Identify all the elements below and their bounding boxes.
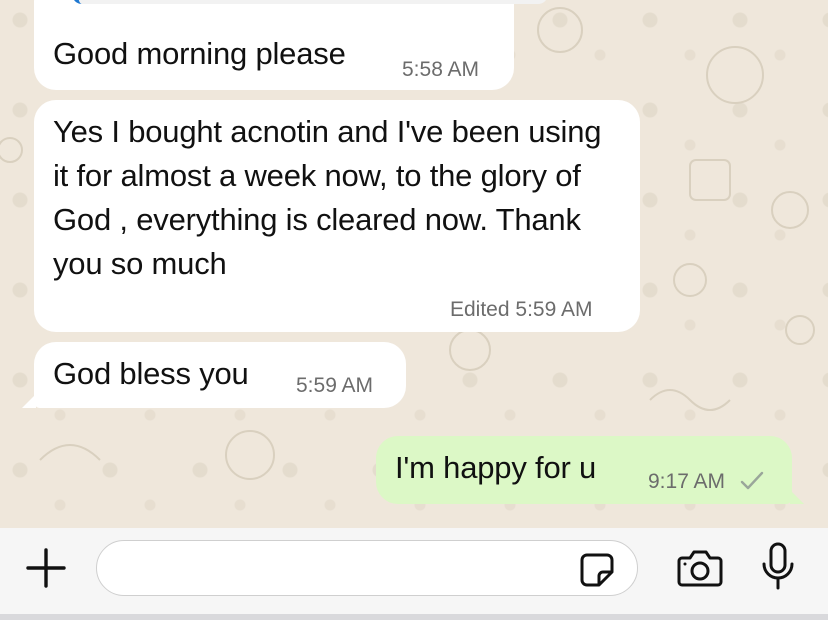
camera-icon[interactable] xyxy=(676,546,724,593)
microphone-icon[interactable] xyxy=(760,540,796,597)
message-text: God bless you xyxy=(53,356,249,391)
home-indicator-bar xyxy=(0,614,828,620)
message-text: Yes I bought acnotin and I've been using… xyxy=(53,114,602,281)
message-text: Good morning please xyxy=(53,36,346,71)
edited-label: Edited xyxy=(450,298,510,321)
bubble-tail xyxy=(22,394,36,408)
message-composer xyxy=(0,528,828,620)
message-time: 9:17 AM xyxy=(648,470,726,493)
plus-icon[interactable] xyxy=(24,546,68,595)
message-bubble-incoming[interactable]: God bless you 5:59 AM xyxy=(34,342,406,408)
sticker-icon[interactable] xyxy=(579,552,615,593)
message-bubble-incoming[interactable]: Yes I bought acnotin and I've been using… xyxy=(34,100,640,332)
message-text: I'm happy for u xyxy=(395,450,597,485)
message-time: 5:59 AM xyxy=(296,374,374,397)
message-time-row: Edited 5:59 AM xyxy=(450,298,592,322)
message-time: 5:59 AM xyxy=(515,298,593,321)
message-bubble-incoming[interactable]: Good morning please 5:58 AM xyxy=(34,0,548,90)
chat-area: Good morning please 5:58 AM Yes I bought… xyxy=(0,0,828,528)
message-bubble-outgoing[interactable]: I'm happy for u 9:17 AM xyxy=(376,436,792,504)
bubble-tail xyxy=(790,490,804,504)
message-time: 5:58 AM xyxy=(402,58,480,81)
quoted-reply-preview[interactable] xyxy=(72,0,548,4)
sent-check-icon xyxy=(740,470,770,497)
message-input[interactable] xyxy=(96,540,638,596)
